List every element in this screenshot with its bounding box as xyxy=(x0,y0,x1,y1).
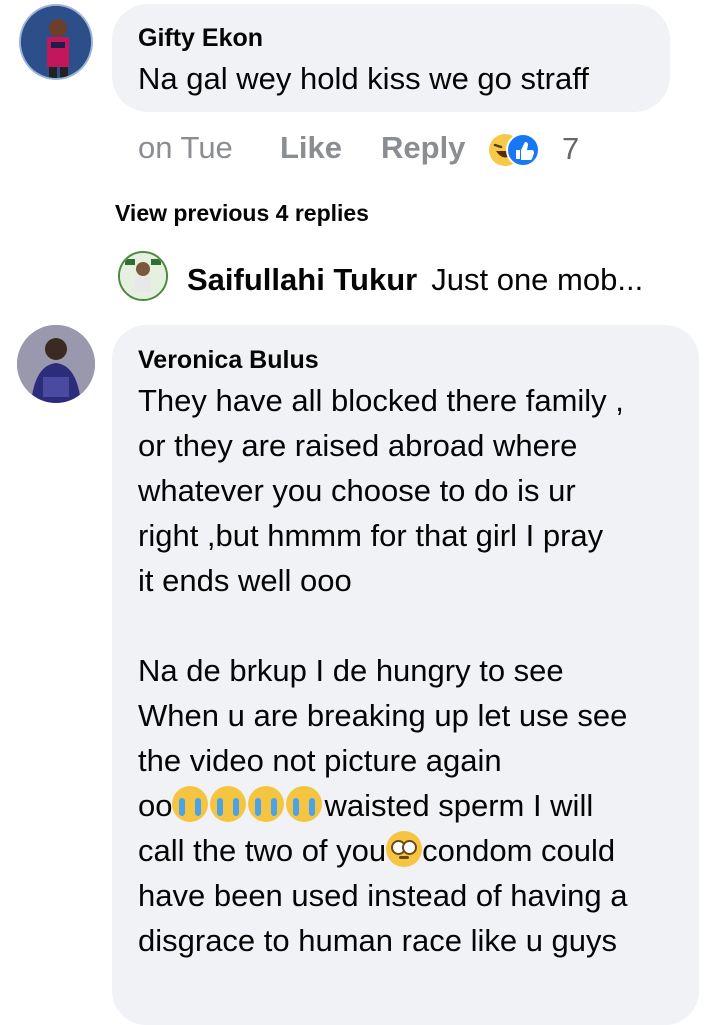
text-line: or they are raised abroad where xyxy=(138,428,578,463)
text-fragment: oo xyxy=(138,788,173,823)
avatar[interactable] xyxy=(118,251,168,301)
crying-face-icon xyxy=(210,786,247,822)
crying-face-icon xyxy=(248,786,285,822)
profile-photo-icon xyxy=(21,6,91,78)
text-fragment: condom could xyxy=(422,833,616,868)
text-line: whatever you choose to do is ur xyxy=(138,473,576,508)
view-previous-replies-link[interactable]: View previous 4 replies xyxy=(115,200,369,227)
crying-face-icon xyxy=(172,786,209,822)
reply-button[interactable]: Reply xyxy=(381,130,465,166)
reply-preview-text: Just one mob... xyxy=(431,262,644,297)
text-line: They have all blocked there family , xyxy=(138,383,624,418)
laugh-icon xyxy=(489,133,540,167)
comment-author[interactable]: Gifty Ekon xyxy=(138,24,263,53)
reaction-summary[interactable]: 7 xyxy=(488,131,588,169)
text-line: call the two of you condom could xyxy=(138,828,698,873)
crying-face-icon xyxy=(286,786,323,822)
reply-preview[interactable]: Saifullahi Tukur Just one mob... xyxy=(187,262,643,298)
text-line: it ends well ooo xyxy=(138,563,352,598)
avatar[interactable] xyxy=(17,325,95,403)
text-fragment: call the two of you xyxy=(138,833,387,868)
reaction-count: 7 xyxy=(562,131,580,166)
comment-text: They have all blocked there family , or … xyxy=(138,378,698,963)
text-line: disgrace to human race like u guys xyxy=(138,923,618,958)
comment-time[interactable]: on Tue xyxy=(138,130,233,166)
flushed-face-icon xyxy=(386,831,423,867)
text-line: oo waisted sperm I will xyxy=(138,783,698,828)
comment-author[interactable]: Veronica Bulus xyxy=(138,346,319,375)
text-line: Na de brkup I de hungry to see xyxy=(138,653,564,688)
comment-text: Na gal wey hold kiss we go straff xyxy=(138,61,589,96)
like-button[interactable]: Like xyxy=(280,130,342,166)
text-line: the video not picture again xyxy=(138,743,502,778)
avatar[interactable] xyxy=(19,4,93,80)
text-line: When u are breaking up let use see xyxy=(138,698,628,733)
text-line: right ,but hmmm for that girl I pray xyxy=(138,518,604,553)
reply-preview-author: Saifullahi Tukur xyxy=(187,262,418,297)
profile-photo-icon xyxy=(17,325,95,403)
text-line: have been used instead of having a xyxy=(138,878,628,913)
profile-photo-icon xyxy=(120,253,166,299)
text-fragment: waisted sperm I will xyxy=(324,788,594,823)
